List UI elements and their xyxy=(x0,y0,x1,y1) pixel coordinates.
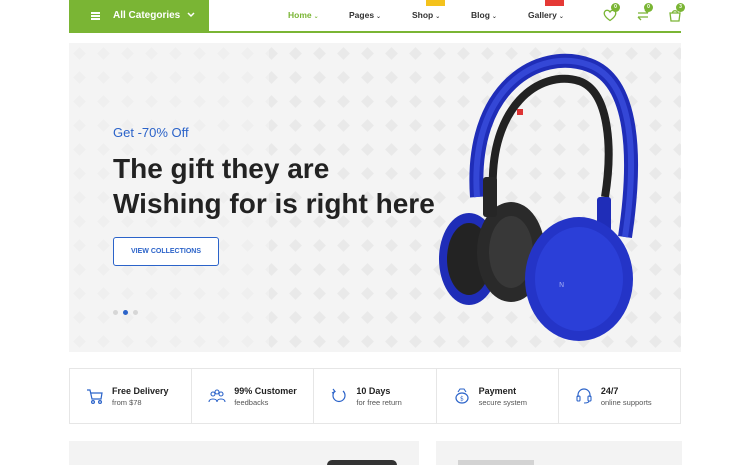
slider-pagination xyxy=(113,310,138,315)
header-divider xyxy=(69,31,681,33)
feature-subtitle: secure system xyxy=(478,398,527,407)
blue-headphones-image: N xyxy=(439,53,638,341)
chevron-down-icon: ⌄ xyxy=(313,14,319,20)
top-navigation: All Categories Home ⌄ Pages ⌄ Shop ⌄ Blog ⌄ … xyxy=(0,0,750,34)
product-image-partial xyxy=(327,460,397,465)
feature-title: 24/7 xyxy=(600,386,619,396)
nav-shop[interactable]: Shop ⌄ xyxy=(412,10,440,20)
nav-home[interactable]: Home ⌄ xyxy=(288,10,319,20)
feature-item: 10 Days for free return xyxy=(314,369,437,423)
nav-pages-label: Pages xyxy=(349,10,375,20)
promo-banner-left[interactable] xyxy=(69,441,419,465)
wishlist-count: 0 xyxy=(611,3,620,12)
compare-button[interactable]: 0 xyxy=(635,3,653,23)
feature-subtitle: from $78 xyxy=(112,398,142,407)
feature-item: Free Delivery from $78 xyxy=(70,369,193,423)
hero-promo-text: Get -70% Off xyxy=(113,125,189,140)
return-arrow-icon xyxy=(332,388,346,402)
delivery-cart-icon xyxy=(87,389,103,405)
nav-gallery-label: Gallery xyxy=(528,10,557,20)
chevron-down-icon xyxy=(187,10,195,20)
hero-headline-line1: The gift they are xyxy=(113,153,330,184)
feature-title: 99% Customer xyxy=(234,386,297,396)
view-collections-button[interactable]: VIEW COLLECTIONS xyxy=(113,237,219,266)
slider-dot-2[interactable] xyxy=(123,310,128,315)
support-headset-icon xyxy=(576,388,592,404)
hero-headline-line2: Wishing for is right here xyxy=(113,188,435,219)
feature-title: Free Delivery xyxy=(112,386,169,396)
svg-text:$: $ xyxy=(460,396,464,403)
chevron-down-icon: ⌄ xyxy=(491,14,497,20)
cart-count: 3 xyxy=(676,3,685,12)
nav-gallery[interactable]: Gallery ⌄ xyxy=(528,10,564,20)
hero-slider[interactable]: Get -70% Off The gift they are Wishing f… xyxy=(69,43,681,352)
hero-headline: The gift they are Wishing for is right h… xyxy=(113,151,453,221)
slider-dot-1[interactable] xyxy=(113,310,118,315)
banner-text-partial xyxy=(458,460,534,465)
nav-blog[interactable]: Blog ⌄ xyxy=(471,10,497,20)
chevron-down-icon: ⌄ xyxy=(558,14,564,20)
compare-count: 0 xyxy=(644,3,653,12)
chevron-down-icon: ⌄ xyxy=(376,14,382,20)
customer-group-icon xyxy=(208,389,226,403)
feature-subtitle: feedbacks xyxy=(234,398,269,407)
nav-pages[interactable]: Pages ⌄ xyxy=(349,10,381,20)
promo-banner-right[interactable] xyxy=(436,441,682,465)
svg-text:N: N xyxy=(559,281,564,289)
chevron-down-icon: ⌄ xyxy=(435,14,441,20)
feature-item: 24/7 online supports xyxy=(559,369,680,423)
feature-title: 10 Days xyxy=(356,386,391,396)
new-badge xyxy=(545,0,564,6)
menu-icon xyxy=(91,12,100,20)
nav-blog-label: Blog xyxy=(471,10,490,20)
payment-bag-icon: $ xyxy=(455,388,469,404)
feature-title: Payment xyxy=(478,386,517,396)
all-categories-label: All Categories xyxy=(113,10,181,21)
feature-subtitle: for free return xyxy=(356,398,402,407)
feature-subtitle: online supports xyxy=(600,398,652,407)
nav-home-label: Home xyxy=(288,10,312,20)
cart-button[interactable]: 3 xyxy=(667,3,685,23)
slider-dot-3[interactable] xyxy=(133,310,138,315)
hot-badge xyxy=(426,0,445,6)
all-categories-button[interactable]: All Categories xyxy=(69,0,209,31)
nav-shop-label: Shop xyxy=(412,10,434,20)
features-bar: Free Delivery from $78 99% Customer feed… xyxy=(69,368,681,424)
feature-item: $ Payment secure system xyxy=(437,369,559,423)
wishlist-button[interactable]: 0 xyxy=(602,3,620,23)
feature-item: 99% Customer feedbacks xyxy=(192,369,315,423)
